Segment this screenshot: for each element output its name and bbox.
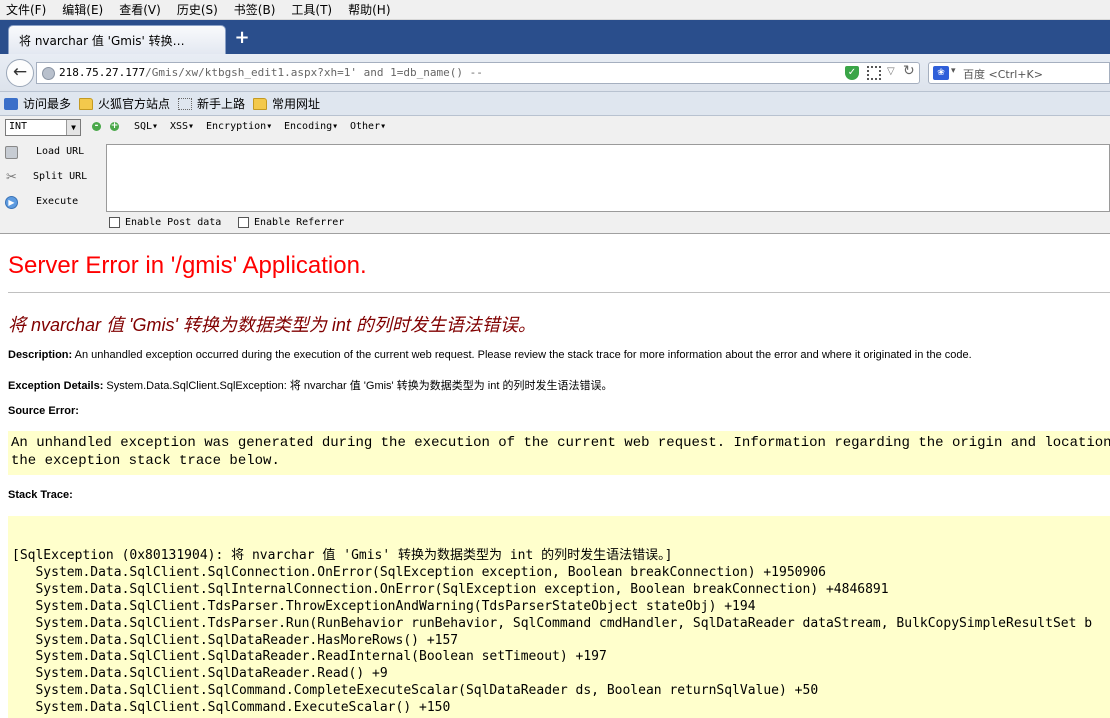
- stack-line: System.Data.SqlClient.SqlConnection.OnEr…: [12, 564, 826, 580]
- dotted-page-icon: [178, 97, 193, 110]
- error-message: 将 nvarchar 值 'Gmis' 转换为数据类型为 int 的列时发生语法…: [8, 315, 536, 335]
- menu-tools[interactable]: 工具(T): [291, 1, 332, 18]
- page-content: Server Error in '/gmis' Application. 将 n…: [0, 235, 1110, 718]
- hackbar-url-textarea[interactable]: [106, 144, 1110, 212]
- shield-icon[interactable]: ✓: [845, 66, 859, 80]
- enable-post-checkbox[interactable]: Enable Post data: [109, 217, 221, 228]
- stack-trace-heading: Stack Trace:: [8, 489, 73, 501]
- url-input[interactable]: 218.75.27.177/Gmis/xw/ktbgsh_edit1.aspx?…: [59, 66, 483, 79]
- reload-icon[interactable]: ↻: [903, 63, 915, 79]
- stack-line: System.Data.SqlClient.SqlInternalConnect…: [12, 581, 889, 597]
- source-error-line: An unhandled exception was generated dur…: [11, 435, 1110, 451]
- description-label: Description:: [8, 349, 73, 361]
- stack-trace-box: [SqlException (0x80131904): 将 nvarchar 值…: [8, 516, 1110, 718]
- stack-line: System.Data.SqlClient.TdsParser.Run(RunB…: [12, 615, 1093, 631]
- execute-label: Execute: [36, 196, 79, 207]
- bookmark-getting-started[interactable]: 新手上路: [178, 95, 245, 112]
- hackbar-select-value: INT: [9, 121, 28, 132]
- enable-post-label: Enable Post data: [125, 217, 222, 228]
- stack-line: System.Data.SqlClient.SqlCommand.Execute…: [12, 700, 451, 716]
- back-arrow-icon: ←: [12, 62, 28, 82]
- decrease-icon[interactable]: -: [92, 122, 101, 131]
- back-button[interactable]: ←: [6, 59, 34, 87]
- menu-view[interactable]: 查看(V): [119, 1, 161, 18]
- enable-referrer-label: Enable Referrer: [254, 217, 345, 228]
- increase-icon[interactable]: +: [110, 122, 119, 131]
- menu-file[interactable]: 文件(F): [6, 1, 46, 18]
- description-paragraph: Description: An unhandled exception occu…: [8, 349, 972, 361]
- menu-bookmarks[interactable]: 书签(B): [234, 1, 276, 18]
- bookmarks-toolbar: 访问最多 火狐官方站点 新手上路 常用网址: [0, 92, 1110, 116]
- description-text: An unhandled exception occurred during t…: [72, 349, 972, 361]
- search-input[interactable]: 百度 <Ctrl+K>: [963, 66, 1043, 82]
- baidu-paw-icon[interactable]: ❀: [933, 66, 949, 80]
- stack-line: System.Data.SqlClient.SqlDataReader.HasM…: [12, 632, 459, 648]
- menu-bar: 文件(F) 编辑(E) 查看(V) 历史(S) 书签(B) 工具(T) 帮助(H…: [0, 0, 1110, 20]
- load-icon: [5, 146, 18, 159]
- hackbar-panel: INT ▼ - + SQL▾ XSS▾ Encryption▾ Encoding…: [0, 116, 1110, 234]
- scissors-icon: ✂: [6, 170, 17, 185]
- divider: [8, 292, 1110, 293]
- split-url-label: Split URL: [33, 171, 88, 182]
- hackbar-menu-other[interactable]: Other▾: [350, 121, 386, 132]
- source-error-heading: Source Error:: [8, 405, 79, 417]
- hackbar-type-select[interactable]: INT ▼: [5, 119, 81, 136]
- split-url-button[interactable]: ✂ Split URL: [0, 167, 104, 189]
- search-icon: [4, 97, 18, 110]
- enable-referrer-checkbox[interactable]: Enable Referrer: [238, 217, 344, 228]
- stack-trace-label: Stack Trace:: [8, 489, 73, 501]
- url-host: 218.75.27.177: [59, 66, 146, 79]
- navigation-bar: ← 218.75.27.177/Gmis/xw/ktbgsh_edit1.asp…: [0, 54, 1110, 92]
- menu-history[interactable]: 历史(S): [177, 1, 218, 18]
- stack-line: System.Data.SqlClient.SqlDataReader.Read…: [12, 649, 607, 665]
- play-icon: ▶: [5, 196, 18, 209]
- url-bar[interactable]: 218.75.27.177/Gmis/xw/ktbgsh_edit1.aspx?…: [36, 62, 920, 84]
- source-error-label: Source Error:: [8, 405, 79, 417]
- exception-text: System.Data.SqlClient.SqlException: 将 nv…: [103, 380, 613, 392]
- dropmarker-icon[interactable]: ▽: [887, 66, 895, 77]
- bookmark-most-visited[interactable]: 访问最多: [4, 95, 71, 112]
- hackbar-menu-encoding[interactable]: Encoding▾: [284, 121, 338, 132]
- search-engine-dropdown-icon[interactable]: ▾: [951, 66, 956, 76]
- hackbar-menu-encryption[interactable]: Encryption▾: [206, 121, 272, 132]
- stack-line: System.Data.SqlClient.SqlDataReader.Read…: [12, 666, 388, 682]
- stack-line: [SqlException (0x80131904): 将 nvarchar 值…: [12, 548, 673, 563]
- stack-line: System.Data.SqlClient.SqlCommand.Complet…: [12, 683, 819, 699]
- bookmark-common-sites[interactable]: 常用网址: [253, 95, 320, 112]
- globe-icon: [42, 67, 55, 80]
- execute-button[interactable]: ▶ Execute: [0, 192, 104, 214]
- new-tab-icon[interactable]: +: [232, 28, 252, 48]
- menu-edit[interactable]: 编辑(E): [62, 1, 103, 18]
- source-error-box: An unhandled exception was generated dur…: [8, 431, 1110, 475]
- checkbox-box[interactable]: [238, 217, 249, 228]
- tab-strip: 将 nvarchar 值 'Gmis' 转换… +: [0, 20, 1110, 54]
- load-url-label: Load URL: [36, 146, 85, 157]
- search-bar[interactable]: ❀ ▾ 百度 <Ctrl+K>: [928, 62, 1110, 84]
- folder-icon: [79, 97, 94, 110]
- url-path: /Gmis/xw/ktbgsh_edit1.aspx?xh=1' and 1=d…: [145, 66, 483, 79]
- menu-help[interactable]: 帮助(H): [348, 1, 390, 18]
- bookmark-label: 新手上路: [197, 97, 246, 111]
- source-error-line: the exception stack trace below.: [11, 453, 280, 469]
- folder-icon: [253, 97, 268, 110]
- tab-active[interactable]: 将 nvarchar 值 'Gmis' 转换…: [8, 25, 226, 54]
- bookmark-label: 常用网址: [272, 97, 321, 111]
- exception-label: Exception Details:: [8, 380, 104, 392]
- hackbar-menu-xss[interactable]: XSS▾: [170, 121, 194, 132]
- page-title: Server Error in '/gmis' Application.: [8, 252, 367, 279]
- checkbox-box[interactable]: [109, 217, 120, 228]
- qr-code-icon[interactable]: [867, 66, 881, 80]
- bookmark-firefox-site[interactable]: 火狐官方站点: [79, 95, 170, 112]
- chevron-down-icon[interactable]: ▼: [66, 120, 80, 135]
- exception-details-paragraph: Exception Details: System.Data.SqlClient…: [8, 377, 612, 393]
- hackbar-menu-sql[interactable]: SQL▾: [134, 121, 158, 132]
- stack-line: System.Data.SqlClient.TdsParser.ThrowExc…: [12, 598, 756, 614]
- bookmark-label: 火狐官方站点: [98, 97, 171, 111]
- bookmark-label: 访问最多: [23, 97, 72, 111]
- load-url-button[interactable]: Load URL: [0, 142, 104, 164]
